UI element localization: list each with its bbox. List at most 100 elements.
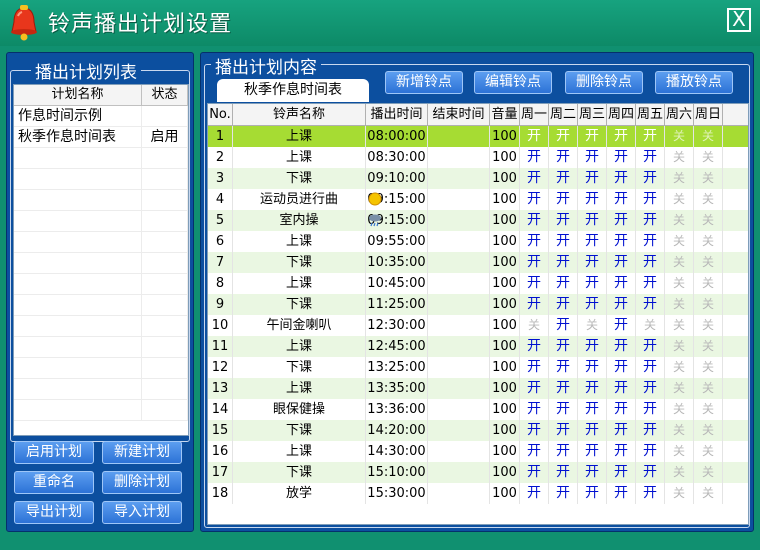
plan-row[interactable] bbox=[14, 379, 188, 400]
cell-tue-toggle[interactable]: 开 bbox=[549, 378, 578, 399]
cell-mon-toggle[interactable]: 开 bbox=[520, 462, 549, 483]
rename-button[interactable]: 重命名 bbox=[14, 471, 94, 494]
cell-fri-toggle[interactable]: 开 bbox=[636, 273, 665, 294]
table-row[interactable]: 8 上课 10:45:00 100 开开开开开关关 bbox=[208, 273, 748, 294]
cell-sun-toggle[interactable]: 关 bbox=[694, 231, 723, 252]
cell-mon-toggle[interactable]: 开 bbox=[520, 336, 549, 357]
cell-sat-toggle[interactable]: 关 bbox=[665, 168, 694, 189]
cell-tue-toggle[interactable]: 开 bbox=[549, 420, 578, 441]
cell-sat-toggle[interactable]: 关 bbox=[665, 378, 694, 399]
cell-wed-toggle[interactable]: 开 bbox=[578, 273, 607, 294]
cell-wed-toggle[interactable]: 开 bbox=[578, 420, 607, 441]
cell-fri-toggle[interactable]: 开 bbox=[636, 336, 665, 357]
cell-fri-toggle[interactable]: 开 bbox=[636, 147, 665, 168]
cell-sun-toggle[interactable]: 关 bbox=[694, 357, 723, 378]
cell-sat-toggle[interactable]: 关 bbox=[665, 441, 694, 462]
cell-sat-toggle[interactable]: 关 bbox=[665, 462, 694, 483]
cell-wed-toggle[interactable]: 开 bbox=[578, 399, 607, 420]
plan-row[interactable]: 秋季作息时间表 启用 bbox=[14, 127, 188, 148]
cell-mon-toggle[interactable]: 开 bbox=[520, 441, 549, 462]
cell-thu-toggle[interactable]: 开 bbox=[607, 147, 636, 168]
cell-sat-toggle[interactable]: 关 bbox=[665, 273, 694, 294]
cell-thu-toggle[interactable]: 开 bbox=[607, 294, 636, 315]
column-header-wed[interactable]: 周三 bbox=[578, 104, 607, 125]
column-header-end-time[interactable]: 结束时间 bbox=[428, 104, 490, 125]
cell-sat-toggle[interactable]: 关 bbox=[665, 252, 694, 273]
cell-fri-toggle[interactable]: 开 bbox=[636, 126, 665, 147]
cell-sun-toggle[interactable]: 关 bbox=[694, 126, 723, 147]
cell-tue-toggle[interactable]: 开 bbox=[549, 336, 578, 357]
add-ring-button[interactable]: 新增铃点 bbox=[385, 71, 463, 94]
cell-sat-toggle[interactable]: 关 bbox=[665, 483, 694, 504]
table-row[interactable]: 4 运动员进行曲 09:15:00 100 开开开开开关关 bbox=[208, 189, 748, 210]
cell-fri-toggle[interactable]: 开 bbox=[636, 483, 665, 504]
cell-wed-toggle[interactable]: 开 bbox=[578, 462, 607, 483]
cell-mon-toggle[interactable]: 开 bbox=[520, 420, 549, 441]
cell-thu-toggle[interactable]: 开 bbox=[607, 252, 636, 273]
table-row[interactable]: 5 室内操 09:15:00 100 开开开开开关关 bbox=[208, 210, 748, 231]
cell-tue-toggle[interactable]: 开 bbox=[549, 357, 578, 378]
cell-thu-toggle[interactable]: 开 bbox=[607, 462, 636, 483]
cell-thu-toggle[interactable]: 开 bbox=[607, 378, 636, 399]
plan-row[interactable] bbox=[14, 253, 188, 274]
cell-thu-toggle[interactable]: 开 bbox=[607, 483, 636, 504]
cell-sun-toggle[interactable]: 关 bbox=[694, 210, 723, 231]
plan-row[interactable] bbox=[14, 190, 188, 211]
cell-wed-toggle[interactable]: 开 bbox=[578, 126, 607, 147]
cell-mon-toggle[interactable]: 开 bbox=[520, 252, 549, 273]
plan-row[interactable] bbox=[14, 358, 188, 379]
cell-sun-toggle[interactable]: 关 bbox=[694, 252, 723, 273]
cell-mon-toggle[interactable]: 开 bbox=[520, 231, 549, 252]
plan-row[interactable]: 作息时间示例 bbox=[14, 106, 188, 127]
cell-thu-toggle[interactable]: 开 bbox=[607, 231, 636, 252]
table-row[interactable]: 12 下课 13:25:00 100 开开开开开关关 bbox=[208, 357, 748, 378]
tab-autumn-schedule[interactable]: 秋季作息时间表 bbox=[217, 79, 369, 102]
table-row[interactable]: 7 下课 10:35:00 100 开开开开开关关 bbox=[208, 252, 748, 273]
cell-sun-toggle[interactable]: 关 bbox=[694, 441, 723, 462]
cell-tue-toggle[interactable]: 开 bbox=[549, 315, 578, 336]
cell-mon-toggle[interactable]: 开 bbox=[520, 126, 549, 147]
plan-row[interactable] bbox=[14, 316, 188, 337]
cell-mon-toggle[interactable]: 开 bbox=[520, 273, 549, 294]
cell-fri-toggle[interactable]: 开 bbox=[636, 231, 665, 252]
cell-thu-toggle[interactable]: 开 bbox=[607, 441, 636, 462]
cell-fri-toggle[interactable]: 开 bbox=[636, 357, 665, 378]
cell-sat-toggle[interactable]: 关 bbox=[665, 420, 694, 441]
plan-row[interactable] bbox=[14, 169, 188, 190]
close-button[interactable]: X bbox=[727, 8, 751, 32]
cell-wed-toggle[interactable]: 开 bbox=[578, 147, 607, 168]
column-header-thu[interactable]: 周四 bbox=[607, 104, 636, 125]
column-header-sat[interactable]: 周六 bbox=[665, 104, 694, 125]
cell-thu-toggle[interactable]: 开 bbox=[607, 210, 636, 231]
cell-thu-toggle[interactable]: 开 bbox=[607, 399, 636, 420]
cell-tue-toggle[interactable]: 开 bbox=[549, 462, 578, 483]
cell-sat-toggle[interactable]: 关 bbox=[665, 357, 694, 378]
plan-row[interactable] bbox=[14, 274, 188, 295]
cell-tue-toggle[interactable]: 开 bbox=[549, 147, 578, 168]
delete-plan-button[interactable]: 删除计划 bbox=[102, 471, 182, 494]
cell-wed-toggle[interactable]: 开 bbox=[578, 252, 607, 273]
plan-list[interactable]: 计划名称 状态 作息时间示例 秋季作息时间表 启用 bbox=[13, 84, 189, 436]
cell-fri-toggle[interactable]: 开 bbox=[636, 252, 665, 273]
cell-mon-toggle[interactable]: 开 bbox=[520, 483, 549, 504]
column-header-tue[interactable]: 周二 bbox=[549, 104, 578, 125]
cell-wed-toggle[interactable]: 开 bbox=[578, 378, 607, 399]
cell-thu-toggle[interactable]: 开 bbox=[607, 189, 636, 210]
cell-tue-toggle[interactable]: 开 bbox=[549, 441, 578, 462]
table-row[interactable]: 9 下课 11:25:00 100 开开开开开关关 bbox=[208, 294, 748, 315]
table-row[interactable]: 6 上课 09:55:00 100 开开开开开关关 bbox=[208, 231, 748, 252]
cell-tue-toggle[interactable]: 开 bbox=[549, 231, 578, 252]
export-plan-button[interactable]: 导出计划 bbox=[14, 501, 94, 524]
cell-sat-toggle[interactable]: 关 bbox=[665, 189, 694, 210]
enable-plan-button[interactable]: 启用计划 bbox=[14, 441, 94, 464]
cell-sun-toggle[interactable]: 关 bbox=[694, 294, 723, 315]
plan-row[interactable] bbox=[14, 148, 188, 169]
table-row[interactable]: 15 下课 14:20:00 100 开开开开开关关 bbox=[208, 420, 748, 441]
cell-thu-toggle[interactable]: 开 bbox=[607, 315, 636, 336]
cell-thu-toggle[interactable]: 开 bbox=[607, 357, 636, 378]
plan-row[interactable] bbox=[14, 232, 188, 253]
column-header-plan-name[interactable]: 计划名称 bbox=[14, 85, 142, 105]
table-row[interactable]: 16 上课 14:30:00 100 开开开开开关关 bbox=[208, 441, 748, 462]
cell-sun-toggle[interactable]: 关 bbox=[694, 399, 723, 420]
table-row[interactable]: 17 下课 15:10:00 100 开开开开开关关 bbox=[208, 462, 748, 483]
